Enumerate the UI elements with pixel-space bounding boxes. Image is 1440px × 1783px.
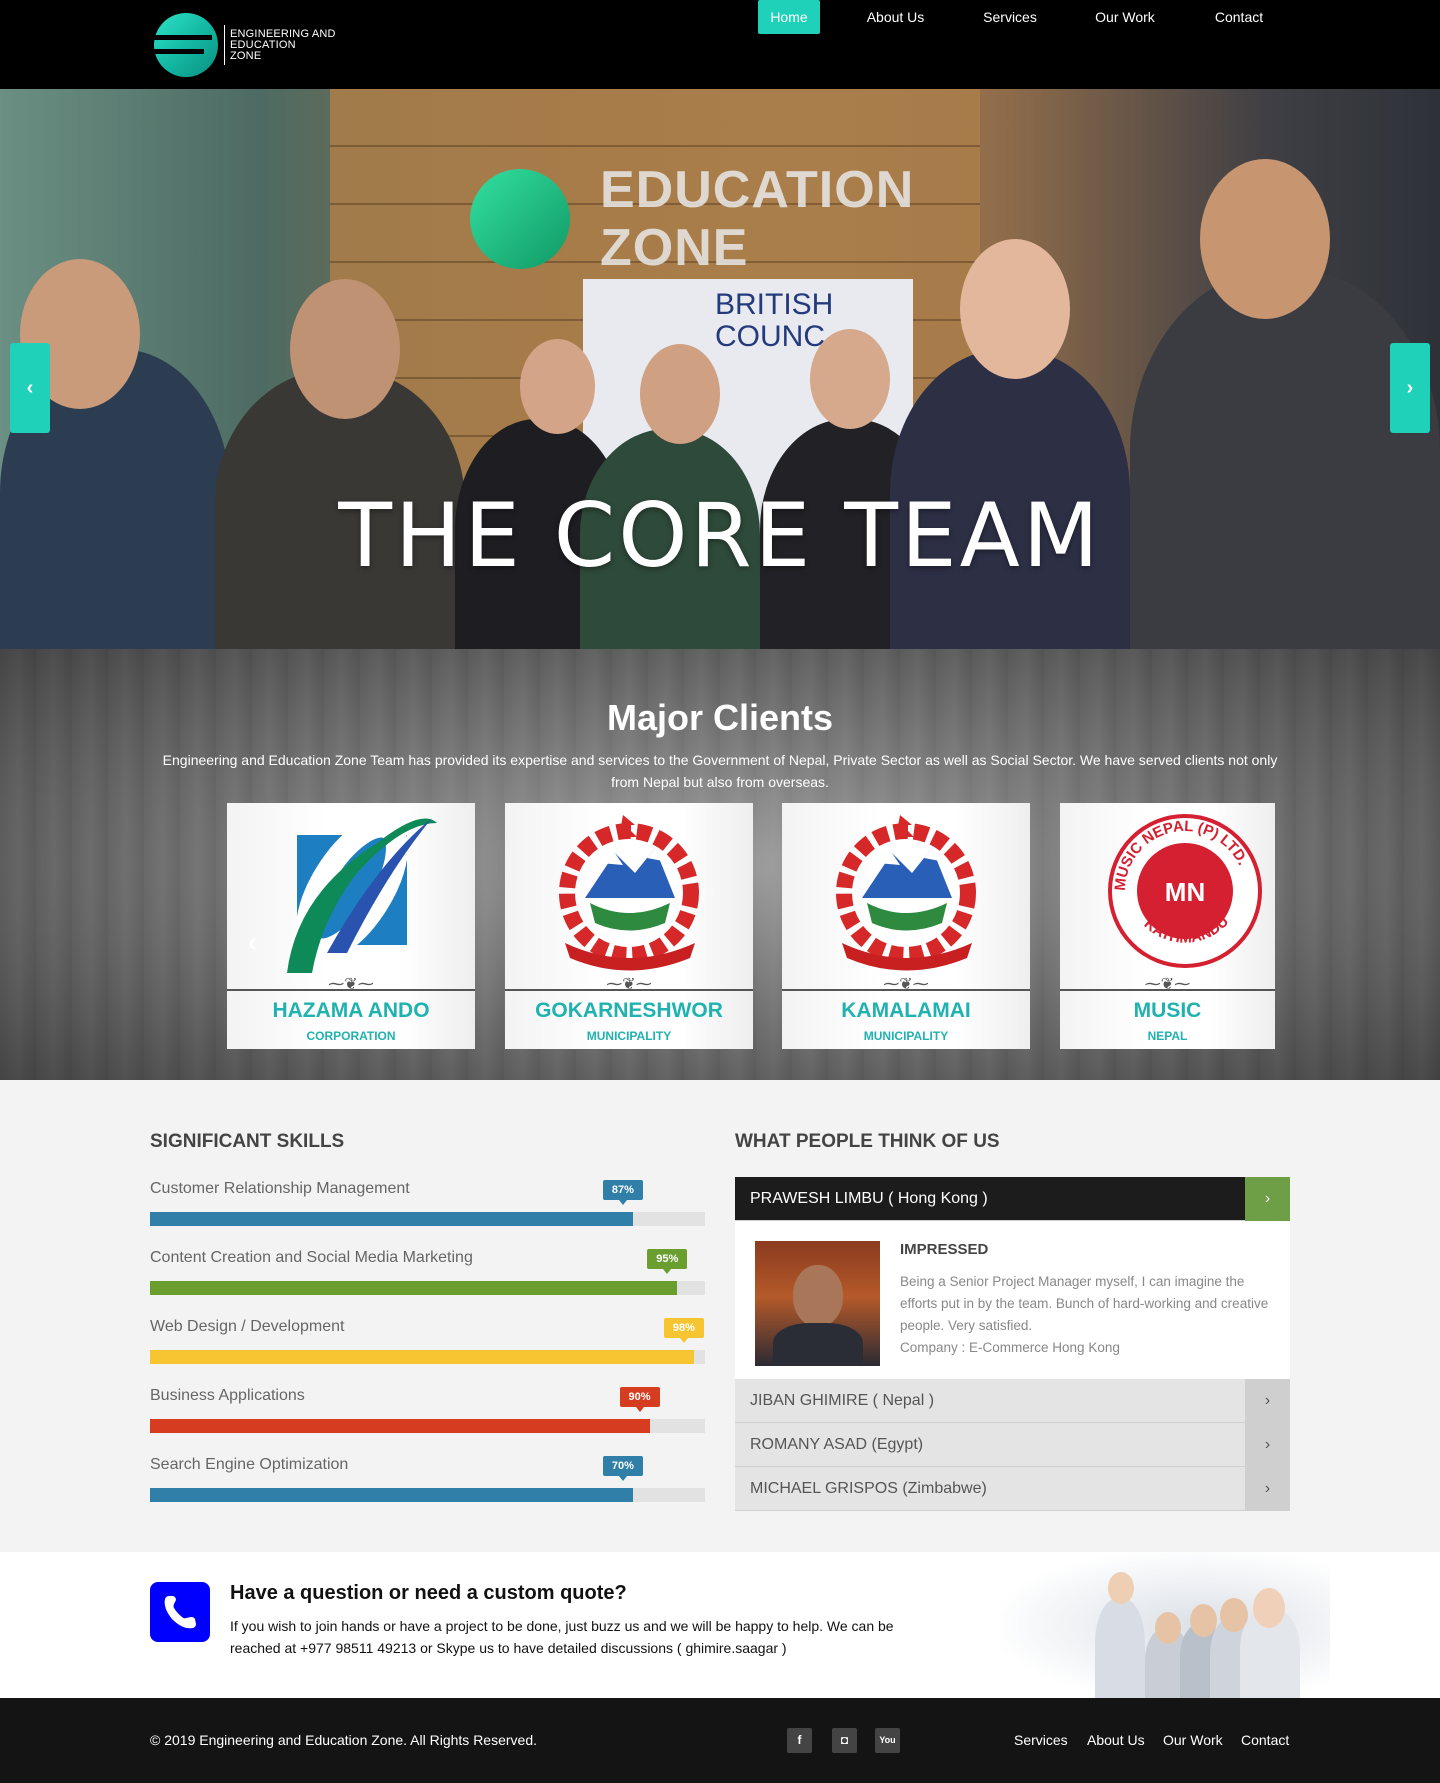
sign-logo-icon (470, 169, 570, 269)
skill-bar: Business Applications 90% (150, 1387, 705, 1447)
testimonial-header[interactable]: MICHAEL GRISPOS (Zimbabwe) › (735, 1467, 1290, 1511)
skill-bar: Search Engine Optimization 70% (150, 1456, 705, 1516)
facebook-icon[interactable]: f (787, 1728, 812, 1753)
skill-track (150, 1419, 705, 1433)
client-card-hazama-ando[interactable]: ⁓❦⁓ HAZAMA ANDO CORPORATION (227, 803, 475, 1049)
chevron-right-icon[interactable]: › (1245, 1379, 1290, 1423)
skill-fill (150, 1281, 678, 1295)
youtube-icon[interactable]: You (875, 1728, 900, 1753)
skill-percent-badge: 90% (619, 1387, 660, 1412)
testimonial-name: JIBAN GHIMIRE ( Nepal ) (750, 1392, 935, 1409)
chevron-right-icon: › (1406, 377, 1414, 399)
footer-link-services[interactable]: Services (1014, 1732, 1068, 1748)
major-clients-section: Major Clients Engineering and Education … (0, 649, 1440, 1080)
logo-mark-icon (154, 13, 218, 77)
testimonial-body: IMPRESSED Being a Senior Project Manager… (735, 1221, 1290, 1379)
quote-text: If you wish to join hands or have a proj… (230, 1618, 894, 1656)
site-footer: © 2019 Engineering and Education Zone. A… (0, 1698, 1440, 1783)
nav-about-us[interactable]: About Us (858, 0, 933, 34)
footer-link-our-work[interactable]: Our Work (1163, 1732, 1223, 1748)
music-nepal-logo-icon: MUSIC NEPAL (P) LTD. KATHMANDU MN (1108, 814, 1262, 968)
testimonials-title: WHAT PEOPLE THINK OF US (735, 1131, 1000, 1152)
skill-percent-badge: 70% (602, 1456, 643, 1481)
skill-track (150, 1488, 705, 1502)
skill-track (150, 1281, 705, 1295)
skill-fill (150, 1488, 633, 1502)
skill-label: Search Engine Optimization (150, 1456, 349, 1473)
testimonial-avatar (755, 1241, 880, 1366)
skill-fill (150, 1350, 694, 1364)
chevron-right-icon[interactable]: › (1245, 1467, 1290, 1511)
testimonial-text: Being a Senior Project Manager myself, I… (900, 1274, 1269, 1355)
client-sub: NEPAL (1147, 1029, 1188, 1043)
client-sub: CORPORATION (306, 1029, 396, 1043)
chevron-right-icon[interactable]: › (1245, 1177, 1290, 1221)
nav-services[interactable]: Services (970, 0, 1050, 34)
hazama-ando-logo-icon (287, 815, 437, 973)
testimonial-header[interactable]: PRAWESH LIMBU ( Hong Kong ) › (735, 1177, 1290, 1221)
testimonial-name: PRAWESH LIMBU ( Hong Kong ) (750, 1190, 988, 1207)
client-card-music-nepal[interactable]: MUSIC NEPAL (P) LTD. KATHMANDU MN ⁓❦⁓ MU… (1060, 803, 1275, 1049)
hero-banner-text: BRITISH COUNC (715, 288, 834, 353)
testimonial-header[interactable]: JIBAN GHIMIRE ( Nepal ) › (735, 1379, 1290, 1423)
skill-bar: Web Design / Development 98% (150, 1318, 705, 1378)
copyright: © 2019 Engineering and Education Zone. A… (150, 1732, 538, 1748)
client-sub: MUNICIPALITY (863, 1029, 949, 1043)
client-sub: MUNICIPALITY (586, 1029, 672, 1043)
skill-percent-badge: 95% (647, 1249, 688, 1274)
hero-next-button[interactable]: › (1390, 343, 1430, 433)
quote-section: Have a question or need a custom quote? … (0, 1552, 1440, 1698)
testimonial-header[interactable]: ROMANY ASAD (Egypt) › (735, 1423, 1290, 1467)
skill-percent-badge: 87% (602, 1180, 643, 1205)
skill-fill (150, 1212, 633, 1226)
nepal-emblem-icon (836, 815, 976, 971)
skills-testimonials-section: SIGNIFICANT SKILLS WHAT PEOPLE THINK OF … (0, 1080, 1440, 1552)
phone-icon[interactable] (150, 1582, 210, 1642)
quote-title: Have a question or need a custom quote? (230, 1582, 627, 1604)
chevron-right-icon[interactable]: › (1245, 1423, 1290, 1467)
skill-percent-badge: 98% (663, 1318, 704, 1343)
instagram-icon[interactable]: ◘ (832, 1728, 857, 1753)
testimonial-name: ROMANY ASAD (Egypt) (750, 1436, 924, 1453)
hero-sign-text: EDUCATION ZONE (600, 161, 915, 277)
footer-link-contact[interactable]: Contact (1241, 1732, 1289, 1748)
svg-text:MN: MN (1165, 877, 1205, 907)
client-name: HAZAMA ANDO (272, 999, 430, 1022)
hero-slider: EDUCATION ZONE BRITISH COUNC THE CORE TE… (0, 89, 1440, 649)
nepal-emblem-icon (559, 815, 699, 971)
skill-bar: Content Creation and Social Media Market… (150, 1249, 705, 1309)
skill-fill (150, 1419, 650, 1433)
skill-bar: Customer Relationship Management 87% (150, 1180, 705, 1240)
skills-title: SIGNIFICANT SKILLS (150, 1131, 345, 1152)
testimonial-name: MICHAEL GRISPOS (Zimbabwe) (750, 1480, 987, 1497)
clients-prev-button[interactable]: ‹ (248, 927, 257, 958)
footer-link-about-us[interactable]: About Us (1087, 1732, 1145, 1748)
client-name: GOKARNESHWOR (535, 999, 723, 1022)
nav-contact[interactable]: Contact (1200, 0, 1278, 34)
site-logo[interactable]: ENGINEERING AND EDUCATION ZONE (154, 13, 336, 77)
hero-title: THE CORE TEAM (338, 484, 1102, 587)
client-card-kamalamai[interactable]: ⁓❦⁓ KAMALAMAI MUNICIPALITY (782, 803, 1030, 1049)
skill-label: Web Design / Development (150, 1318, 345, 1335)
team-photo (1000, 1552, 1330, 1698)
testimonial-heading: IMPRESSED (900, 1241, 989, 1258)
nav-home[interactable]: Home (758, 0, 820, 34)
skill-track (150, 1350, 705, 1364)
hero-prev-button[interactable]: ‹ (10, 343, 50, 433)
client-name: KAMALAMAI (841, 999, 971, 1022)
skill-label: Content Creation and Social Media Market… (150, 1249, 473, 1266)
clients-title: Major Clients (606, 697, 834, 738)
client-card-gokarneshwor[interactable]: ⁓❦⁓ GOKARNESHWOR MUNICIPALITY (505, 803, 753, 1049)
client-name: MUSIC (1133, 999, 1202, 1022)
skill-label: Business Applications (150, 1387, 305, 1404)
chevron-left-icon: ‹ (26, 377, 34, 399)
nav-our-work[interactable]: Our Work (1086, 0, 1164, 34)
site-header: ENGINEERING AND EDUCATION ZONE Home Abou… (0, 0, 1440, 89)
clients-description: Engineering and Education Zone Team has … (162, 752, 1278, 790)
logo-text: ENGINEERING AND EDUCATION ZONE (230, 27, 336, 62)
skill-track (150, 1212, 705, 1226)
skill-label: Customer Relationship Management (150, 1180, 410, 1197)
chevron-left-icon: ‹ (248, 927, 257, 957)
